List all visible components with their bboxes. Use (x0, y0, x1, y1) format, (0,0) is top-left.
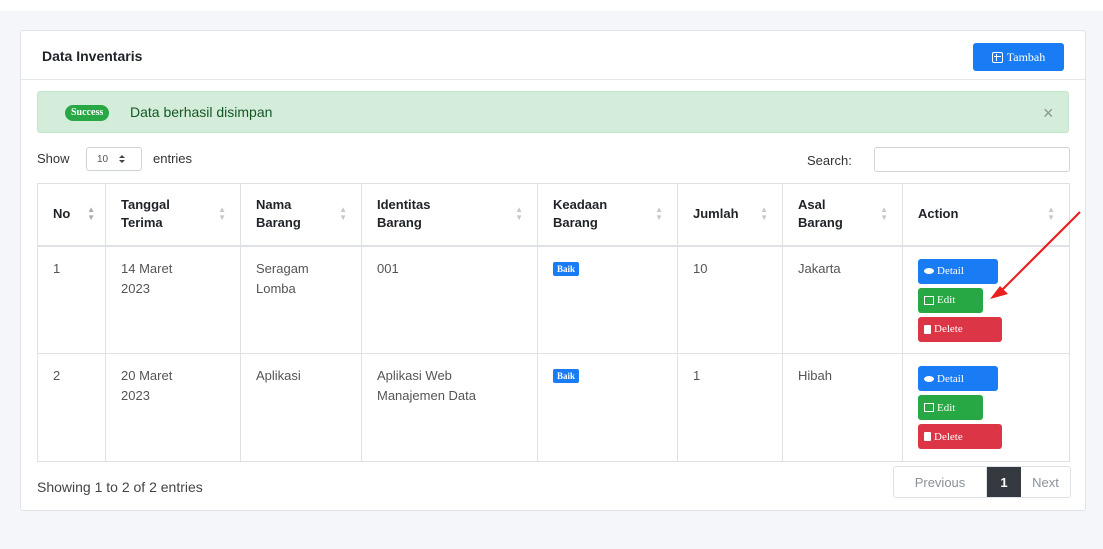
cell-keadaan: Baik (537, 353, 678, 462)
top-strip (0, 0, 1103, 11)
edit-button[interactable]: Edit (918, 287, 983, 313)
header-asal-barang[interactable]: Asal Barang ▲ ▼ (782, 183, 903, 247)
detail-button[interactable]: Detail (918, 366, 998, 391)
header-tanggal-terima[interactable]: Tanggal Terima ▲ ▼ (105, 183, 241, 247)
previous-button[interactable]: Previous (894, 467, 987, 497)
cell-keadaan: Baik (537, 245, 678, 354)
search-input[interactable] (874, 147, 1070, 172)
edit-button[interactable]: Edit (918, 395, 983, 420)
edit-icon (924, 403, 934, 412)
detail-button[interactable]: Detail (918, 258, 998, 284)
sort-icon: ▲ ▼ (1047, 205, 1055, 222)
cell-tanggal: 14 Maret 2023 (105, 245, 241, 354)
eye-icon (924, 268, 934, 274)
card-header: Data Inventaris Tambah (21, 31, 1085, 80)
show-label: Show (37, 151, 70, 166)
cell-action: Detail Edit Delete (902, 245, 1070, 354)
cell-no: 1 (37, 245, 106, 354)
select-arrows-icon (119, 155, 126, 163)
cell-identitas: Aplikasi Web Manajemen Data (361, 353, 538, 462)
cell-nama: Aplikasi (240, 353, 362, 462)
cell-tanggal: 20 Maret 2023 (105, 353, 241, 462)
status-badge: Baik (553, 261, 580, 276)
close-icon[interactable]: × (1043, 104, 1054, 122)
cell-jumlah: 10 (677, 245, 783, 354)
table-row: 2 20 Maret 2023 Aplikasi Aplikasi Web Mana… (37, 353, 1070, 462)
sort-icon: ▲ ▼ (880, 205, 888, 222)
search-label: Search: (807, 153, 852, 168)
entries-length-select[interactable]: 10 (86, 147, 142, 171)
table-header-row: No ▲ ▼ Tanggal Terima ▲ ▼ Nama Barang ▲ ▼ Identi… (37, 183, 1070, 247)
sort-icon: ▲ ▼ (515, 205, 523, 222)
entries-length-value: 10 (97, 153, 109, 165)
cell-asal: Hibah (782, 353, 903, 462)
cell-action: Detail Edit Delete (902, 353, 1070, 462)
table-info: Showing 1 to 2 of 2 entries (37, 479, 203, 495)
cell-identitas: 001 (361, 245, 538, 354)
header-jumlah[interactable]: Jumlah ▲ ▼ (677, 183, 783, 247)
status-badge: Baik (553, 369, 580, 383)
edit-icon (924, 295, 934, 305)
sort-icon: ▲ ▼ (655, 205, 663, 222)
next-button[interactable]: Next (1021, 467, 1070, 497)
header-nama-barang[interactable]: Nama Barang ▲ ▼ (240, 183, 362, 247)
card-title: Data Inventaris (42, 48, 143, 64)
cell-asal: Jakarta (782, 245, 903, 354)
trash-icon (924, 324, 931, 334)
success-badge: Success (65, 105, 110, 121)
page-1-button[interactable]: 1 (987, 467, 1021, 497)
success-alert: Success Data berhasil disimpan × (37, 91, 1069, 133)
cell-nama: Seragam Lomba (240, 245, 362, 354)
add-button[interactable]: Tambah (973, 43, 1064, 71)
header-action: Action ▲ ▼ (902, 183, 1070, 247)
table-row: 1 14 Maret 2023 Seragam Lomba 001 Baik 10 … (37, 245, 1070, 354)
pagination: Previous 1 Next (893, 466, 1071, 498)
inventory-table-wrap: No ▲ ▼ Tanggal Terima ▲ ▼ Nama Barang ▲ ▼ Identi… (37, 183, 1070, 462)
eye-icon (924, 375, 934, 382)
sort-icon: ▲ ▼ (339, 205, 347, 222)
sort-icon: ▲ ▼ (218, 205, 226, 222)
sort-icon: ▲ ▼ (87, 205, 95, 222)
inventory-card: Data Inventaris Tambah Success Data berh… (20, 30, 1086, 511)
inventory-table: No ▲ ▼ Tanggal Terima ▲ ▼ Nama Barang ▲ ▼ Identi… (37, 183, 1070, 462)
sort-icon: ▲ ▼ (760, 205, 768, 222)
delete-button[interactable]: Delete (918, 424, 1002, 449)
add-button-label: Tambah (1006, 49, 1046, 64)
cell-no: 2 (37, 353, 106, 462)
cell-jumlah: 1 (677, 353, 783, 462)
trash-icon (924, 432, 931, 441)
header-identitas-barang[interactable]: Identitas Barang ▲ ▼ (361, 183, 538, 247)
delete-button[interactable]: Delete (918, 316, 1002, 342)
plus-square-icon (991, 51, 1003, 63)
header-keadaan-barang[interactable]: Keadaan Barang ▲ ▼ (537, 183, 678, 247)
header-no[interactable]: No ▲ ▼ (37, 183, 106, 247)
entries-label: entries (153, 151, 193, 166)
alert-message: Data berhasil disimpan (130, 104, 273, 120)
